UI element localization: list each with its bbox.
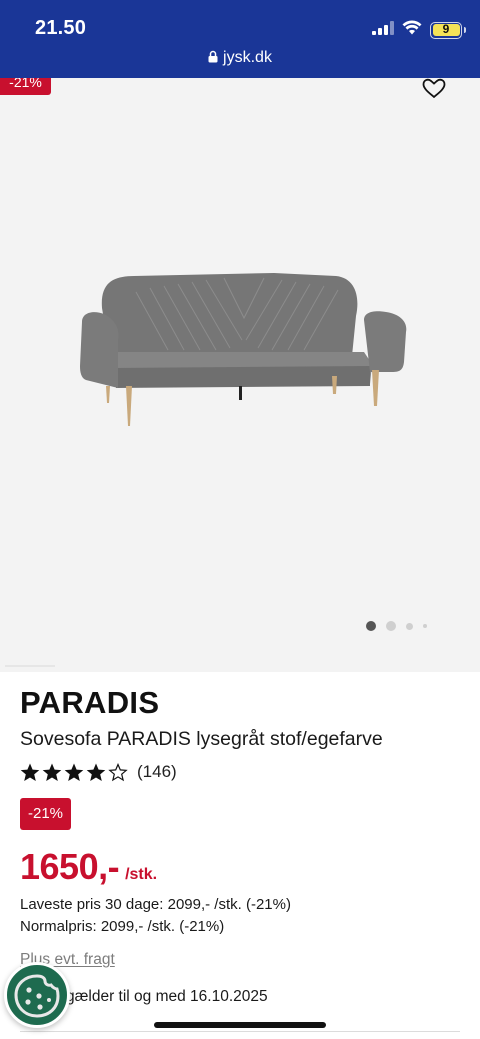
divider — [20, 1031, 460, 1032]
star-filled-icon — [20, 763, 40, 781]
lock-icon — [208, 50, 218, 68]
gallery-discount-badge: -21% — [0, 78, 51, 95]
heart-outline-icon — [422, 78, 446, 99]
review-count[interactable]: (146) — [137, 762, 177, 782]
status-icons: 9 — [372, 20, 466, 40]
discount-badge: -21% — [20, 798, 71, 830]
divider — [5, 665, 55, 667]
sofa-image[interactable] — [74, 268, 414, 428]
star-filled-icon — [86, 763, 106, 781]
address-bar[interactable]: jysk.dk — [0, 49, 480, 68]
star-filled-icon — [64, 763, 84, 781]
home-indicator[interactable] — [154, 1022, 326, 1028]
gallery-pagination[interactable] — [366, 621, 427, 631]
star-outline-icon — [108, 762, 128, 781]
cellular-signal-icon — [372, 20, 394, 40]
rating-stars — [20, 762, 128, 782]
normal-price: Normalpris: 2099,- /stk. (-21%) — [20, 918, 225, 935]
status-time: 21.50 — [35, 17, 87, 39]
battery-level: 9 — [432, 23, 460, 36]
battery-icon: 9 — [430, 21, 466, 39]
gallery-dot[interactable] — [423, 624, 427, 628]
status-bar: 21.50 9 jysk.dk — [0, 0, 480, 78]
lowest-price-30-days: Laveste pris 30 dage: 2099,- /stk. (-21%… — [20, 896, 291, 913]
product-title: Sovesofa PARADIS lysegråt stof/egefarve — [20, 728, 383, 750]
product-gallery[interactable]: -21% — [0, 78, 480, 672]
cookie-icon — [14, 974, 60, 1018]
gallery-dot[interactable] — [386, 621, 396, 631]
gallery-dot-active[interactable] — [366, 621, 376, 631]
wifi-icon — [402, 20, 422, 40]
url-text: jysk.dk — [223, 49, 272, 66]
cookie-settings-button[interactable] — [4, 962, 70, 1028]
gallery-dot[interactable] — [406, 622, 413, 630]
favorite-button[interactable] — [421, 78, 447, 99]
price-unit: /stk. — [125, 866, 158, 883]
price: 1650,- /stk. — [20, 846, 157, 888]
star-filled-icon — [42, 763, 62, 781]
price-value: 1650,- — [20, 846, 120, 887]
product-rating[interactable]: (146) — [20, 762, 177, 782]
product-brand: PARADIS — [20, 685, 160, 720]
